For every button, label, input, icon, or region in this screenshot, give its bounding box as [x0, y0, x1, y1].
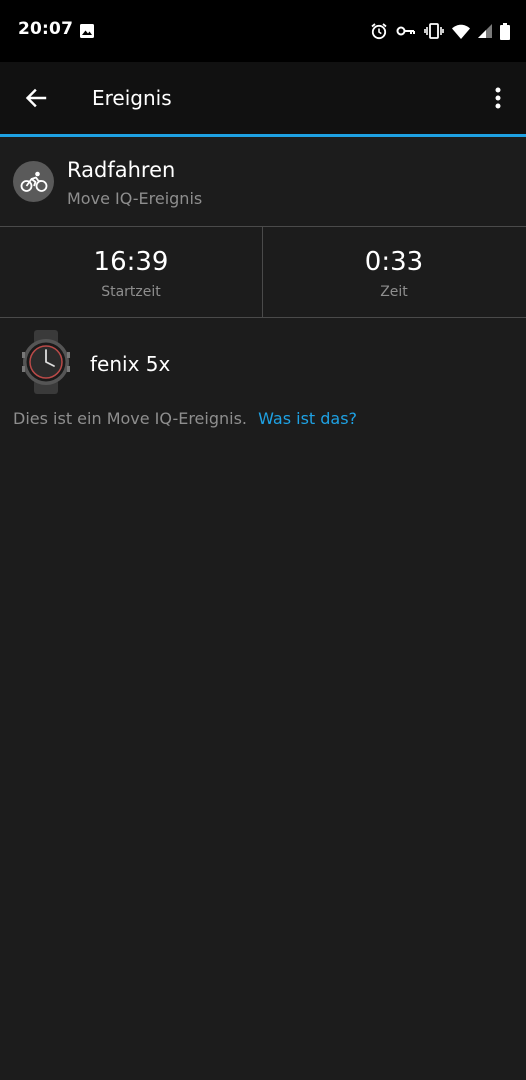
status-time: 20:07 [18, 19, 74, 39]
app-bar: Ereignis [0, 62, 526, 134]
activity-type-avatar [13, 161, 54, 202]
stat-label: Zeit [380, 284, 408, 300]
gallery-icon [80, 24, 94, 38]
activity-title: Radfahren [67, 158, 176, 182]
wifi-icon [452, 24, 470, 39]
battery-icon [500, 22, 510, 40]
watch-image [22, 330, 70, 394]
status-icons [370, 20, 510, 42]
back-button[interactable] [14, 76, 58, 120]
vibrate-icon [424, 23, 444, 39]
device-name: fenix 5x [90, 352, 171, 376]
bicycle-icon [20, 171, 47, 192]
stat-value: 16:39 [93, 247, 169, 277]
activity-header: Radfahren Move IQ-Ereignis [0, 137, 526, 226]
info-text: Dies ist ein Move IQ-Ereignis. [13, 409, 247, 428]
arrow-back-icon [25, 88, 47, 108]
status-bar: 20:07 [0, 0, 526, 62]
more-vert-icon [495, 87, 501, 109]
stats-row: 16:39 Startzeit 0:33 Zeit [0, 227, 526, 317]
move-iq-info: Dies ist ein Move IQ-Ereignis. Was ist d… [13, 409, 357, 428]
stat-start-time: 16:39 Startzeit [0, 227, 262, 317]
alarm-icon [371, 23, 387, 40]
cell-signal-icon [478, 24, 492, 38]
device-row[interactable]: fenix 5x [0, 318, 526, 406]
stat-label: Startzeit [101, 284, 161, 300]
more-options-button[interactable] [478, 76, 518, 120]
stat-duration: 0:33 Zeit [263, 227, 525, 317]
page-title: Ereignis [92, 86, 172, 110]
stat-value: 0:33 [364, 247, 424, 277]
what-is-this-link[interactable]: Was ist das? [258, 409, 357, 428]
vpn-key-icon [396, 26, 415, 36]
activity-subtitle: Move IQ-Ereignis [67, 189, 203, 208]
